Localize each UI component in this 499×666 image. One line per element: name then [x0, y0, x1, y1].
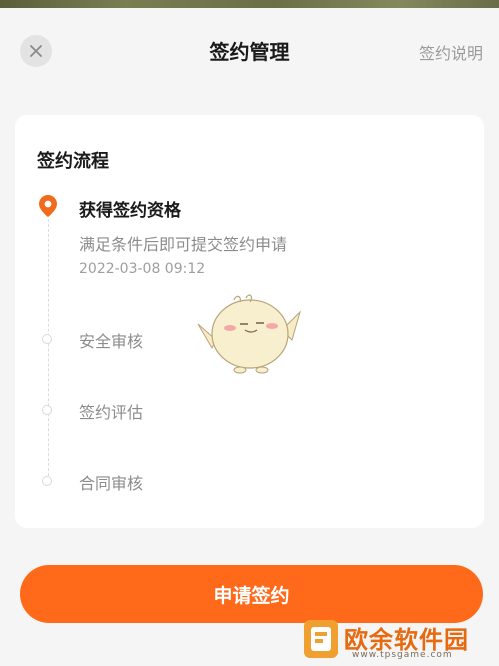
section-title: 签约流程 [37, 151, 109, 172]
step-dot-contract [42, 476, 52, 486]
step-title-qualification: 获得签约资格 [79, 201, 181, 221]
watermark-logo-icon [304, 620, 338, 658]
step-label-evaluation: 签约评估 [79, 403, 144, 422]
mascot-bird-sticker [197, 294, 302, 374]
watermark-url: www.tpsgame.com [352, 650, 453, 660]
background-strip [0, 0, 499, 8]
location-pin-icon [39, 195, 57, 217]
step-description: 满足条件后即可提交签约申请 [79, 235, 288, 254]
step-dot-security [42, 334, 52, 344]
step-dot-evaluation [42, 405, 52, 415]
step-label-contract: 合同审核 [79, 474, 144, 493]
timeline-line [48, 219, 49, 481]
signing-help-link[interactable]: 签约说明 [419, 40, 483, 64]
site-watermark: 欧余软件园 www.tpsgame.com [300, 612, 499, 666]
step-label-security: 安全审核 [79, 332, 144, 351]
step-timestamp: 2022-03-08 09:12 [79, 261, 206, 277]
sheet-header: 签约管理 签约说明 [0, 8, 499, 94]
